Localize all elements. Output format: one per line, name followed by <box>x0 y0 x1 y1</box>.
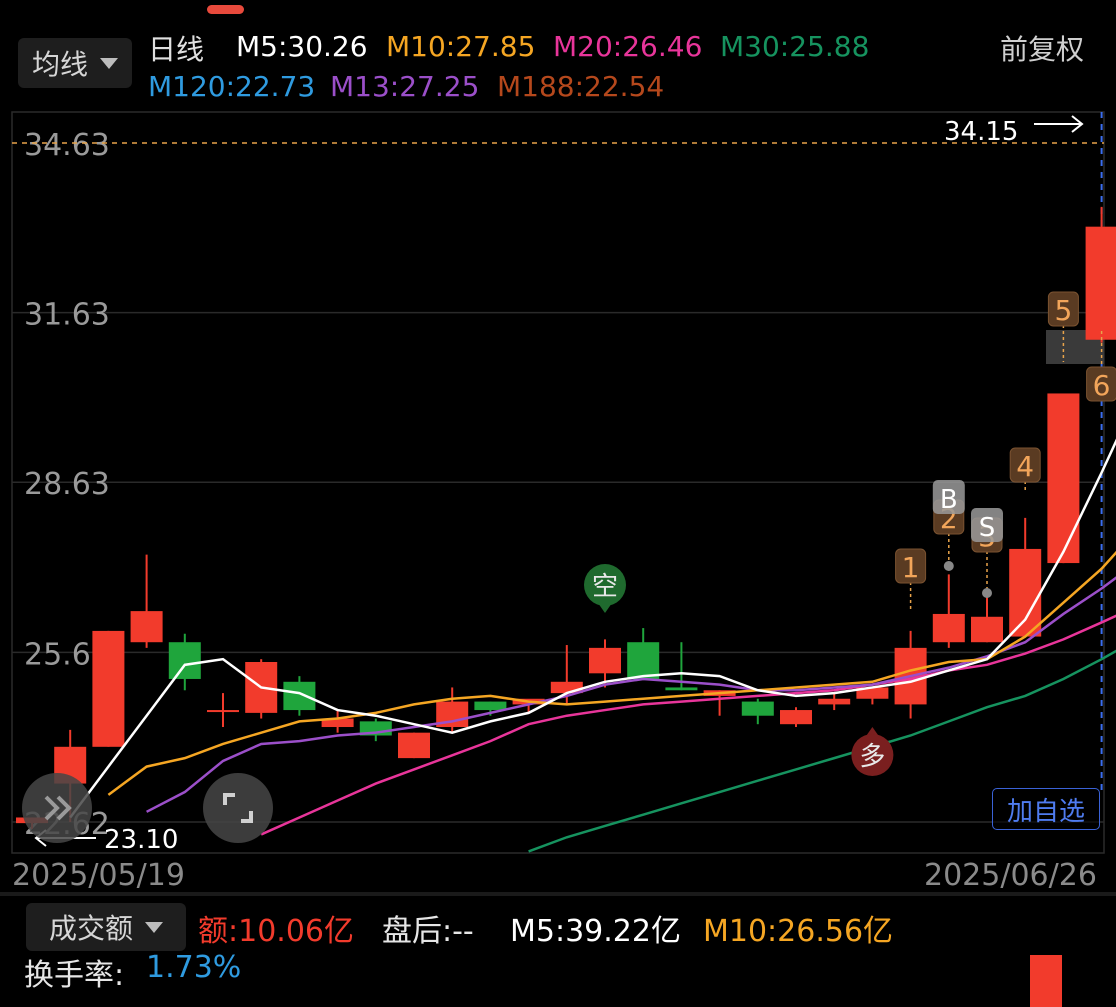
collapse-button[interactable] <box>22 773 92 843</box>
turnover-value: 1.73% <box>146 950 242 985</box>
y-tick-label: 34.63 <box>24 128 110 163</box>
candlestick-chart[interactable]: 34.6331.6328.6325.6222.6234.1523.1012B3S… <box>0 0 1116 1007</box>
turnover-label: 换手率: <box>24 958 125 993</box>
candle-body <box>1047 393 1080 564</box>
section-divider <box>0 892 1116 896</box>
candle-body <box>1085 226 1116 340</box>
volume-dropdown[interactable]: 成交额 <box>26 903 186 951</box>
y-tick-label: 28.63 <box>24 467 110 502</box>
candle-body <box>627 642 660 679</box>
trade-marker-S: S <box>979 513 996 543</box>
candle-body <box>589 647 621 674</box>
fullscreen-button[interactable] <box>203 773 273 843</box>
date-end-label: 2025/06/26 <box>924 858 1097 893</box>
volume-bar <box>1030 955 1062 1007</box>
candle-body <box>780 710 812 725</box>
after-hours-label: 盘后:-- <box>382 914 474 949</box>
candle-body <box>474 701 507 711</box>
short-signal-pointer <box>598 603 612 613</box>
volume-amount: 额:10.06亿 <box>198 914 354 949</box>
chevron-down-icon <box>145 921 163 933</box>
candle-body <box>283 681 316 711</box>
candle-body <box>168 642 201 679</box>
y-tick-label: 31.63 <box>24 298 110 333</box>
candle-body <box>741 701 774 716</box>
double-chevron-icon <box>44 795 72 821</box>
max-arrow-icon <box>1034 115 1084 133</box>
min-price-label: 23.10 <box>104 825 178 855</box>
candle-body <box>1009 548 1042 637</box>
short-signal-label: 空 <box>592 572 618 602</box>
signal-marker-4: 4 <box>1016 450 1034 483</box>
candle-body <box>818 698 851 705</box>
signal-marker-1: 1 <box>902 551 920 584</box>
trade-marker-dot <box>943 561 954 571</box>
volume-m10: M10:26.56亿 <box>703 914 894 949</box>
expand-icon <box>223 793 253 823</box>
max-price-label: 34.15 <box>944 117 1018 147</box>
candle-body <box>92 630 125 747</box>
volume-dropdown-label: 成交额 <box>48 912 133 945</box>
ma5-line <box>69 438 1116 819</box>
candle-body <box>207 710 239 713</box>
candle-body <box>398 732 430 759</box>
candle-body <box>665 687 698 691</box>
add-watchlist-button[interactable]: 加自选 <box>992 788 1100 830</box>
long-signal-label: 多 <box>859 742 885 772</box>
trade-marker-dot <box>982 588 992 598</box>
date-start-label: 2025/05/19 <box>12 858 185 893</box>
candle-body <box>932 613 965 643</box>
trade-marker-B: B <box>940 485 958 515</box>
signal-marker-5: 5 <box>1054 294 1072 327</box>
volume-m5: M5:39.22亿 <box>510 914 681 949</box>
candle-body <box>971 616 1003 643</box>
candle-body <box>130 611 163 643</box>
signal-marker-6: 6 <box>1093 369 1111 402</box>
